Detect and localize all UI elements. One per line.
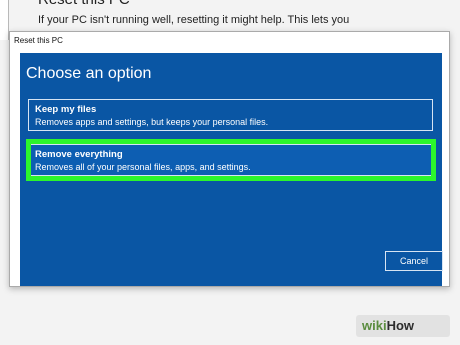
watermark-part1: wiki: [362, 318, 387, 333]
dialog-titlebar[interactable]: Reset this PC: [10, 32, 449, 52]
option-title: Keep my files: [35, 104, 97, 115]
watermark-part2: How: [386, 318, 415, 333]
option-description: Removes apps and settings, but keeps you…: [35, 117, 269, 127]
wikihow-watermark: wikiHow: [356, 315, 450, 337]
dialog-heading: Choose an option: [26, 65, 152, 82]
dialog-content: Choose an option Keep my files Removes a…: [20, 53, 443, 286]
settings-description: If your PC isn't running well, resetting…: [38, 14, 350, 26]
settings-left-rule: [0, 0, 9, 40]
settings-page-title: Reset this PC: [38, 0, 130, 8]
keep-my-files-option[interactable]: Keep my files Removes apps and settings,…: [28, 99, 433, 131]
reset-pc-dialog: Reset this PC Choose an option Keep my f…: [9, 31, 450, 287]
highlight-box: [26, 139, 436, 181]
cancel-button[interactable]: Cancel: [385, 251, 443, 271]
dialog-title: Reset this PC: [14, 36, 63, 45]
